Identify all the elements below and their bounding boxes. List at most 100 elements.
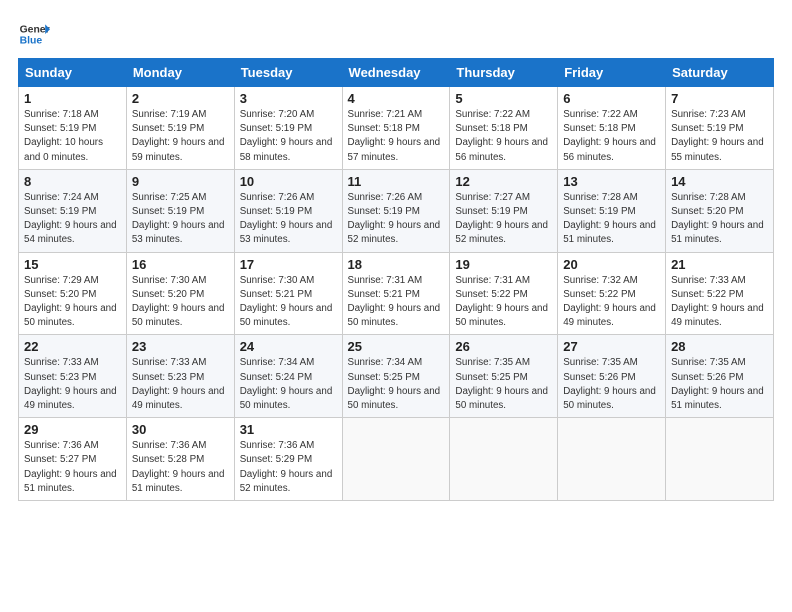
calendar-week-row: 1 Sunrise: 7:18 AMSunset: 5:19 PMDayligh… — [19, 87, 774, 170]
day-number: 24 — [240, 339, 337, 354]
logo: General Blue — [18, 18, 50, 50]
header: General Blue — [18, 18, 774, 50]
calendar-cell: 12 Sunrise: 7:27 AMSunset: 5:19 PMDaylig… — [450, 169, 558, 252]
day-info: Sunrise: 7:18 AMSunset: 5:19 PMDaylight:… — [24, 109, 103, 163]
calendar-cell — [666, 418, 774, 501]
calendar-week-row: 15 Sunrise: 7:29 AMSunset: 5:20 PMDaylig… — [19, 252, 774, 335]
day-number: 2 — [132, 91, 229, 106]
day-info: Sunrise: 7:36 AMSunset: 5:28 PMDaylight:… — [132, 440, 225, 494]
day-number: 16 — [132, 257, 229, 272]
calendar-cell: 27 Sunrise: 7:35 AMSunset: 5:26 PMDaylig… — [558, 335, 666, 418]
calendar-cell: 20 Sunrise: 7:32 AMSunset: 5:22 PMDaylig… — [558, 252, 666, 335]
day-info: Sunrise: 7:35 AMSunset: 5:25 PMDaylight:… — [455, 357, 548, 411]
day-info: Sunrise: 7:22 AMSunset: 5:18 PMDaylight:… — [563, 109, 656, 163]
day-info: Sunrise: 7:35 AMSunset: 5:26 PMDaylight:… — [671, 357, 764, 411]
weekday-header-monday: Monday — [126, 59, 234, 87]
svg-text:Blue: Blue — [20, 36, 43, 47]
weekday-header-thursday: Thursday — [450, 59, 558, 87]
calendar-cell: 8 Sunrise: 7:24 AMSunset: 5:19 PMDayligh… — [19, 169, 127, 252]
day-info: Sunrise: 7:34 AMSunset: 5:25 PMDaylight:… — [348, 357, 441, 411]
day-number: 22 — [24, 339, 121, 354]
calendar-cell: 4 Sunrise: 7:21 AMSunset: 5:18 PMDayligh… — [342, 87, 450, 170]
day-info: Sunrise: 7:29 AMSunset: 5:20 PMDaylight:… — [24, 275, 117, 329]
calendar-week-row: 22 Sunrise: 7:33 AMSunset: 5:23 PMDaylig… — [19, 335, 774, 418]
calendar-cell: 3 Sunrise: 7:20 AMSunset: 5:19 PMDayligh… — [234, 87, 342, 170]
day-number: 6 — [563, 91, 660, 106]
weekday-header-wednesday: Wednesday — [342, 59, 450, 87]
day-number: 18 — [348, 257, 445, 272]
calendar-cell: 25 Sunrise: 7:34 AMSunset: 5:25 PMDaylig… — [342, 335, 450, 418]
day-info: Sunrise: 7:30 AMSunset: 5:21 PMDaylight:… — [240, 275, 333, 329]
calendar-cell: 22 Sunrise: 7:33 AMSunset: 5:23 PMDaylig… — [19, 335, 127, 418]
calendar-cell — [342, 418, 450, 501]
day-info: Sunrise: 7:28 AMSunset: 5:20 PMDaylight:… — [671, 192, 764, 246]
calendar-cell: 18 Sunrise: 7:31 AMSunset: 5:21 PMDaylig… — [342, 252, 450, 335]
calendar-cell: 16 Sunrise: 7:30 AMSunset: 5:20 PMDaylig… — [126, 252, 234, 335]
day-number: 19 — [455, 257, 552, 272]
calendar-cell: 28 Sunrise: 7:35 AMSunset: 5:26 PMDaylig… — [666, 335, 774, 418]
day-number: 26 — [455, 339, 552, 354]
weekday-header-saturday: Saturday — [666, 59, 774, 87]
day-number: 1 — [24, 91, 121, 106]
day-number: 17 — [240, 257, 337, 272]
day-number: 3 — [240, 91, 337, 106]
day-number: 28 — [671, 339, 768, 354]
day-info: Sunrise: 7:22 AMSunset: 5:18 PMDaylight:… — [455, 109, 548, 163]
day-info: Sunrise: 7:31 AMSunset: 5:21 PMDaylight:… — [348, 275, 441, 329]
day-number: 7 — [671, 91, 768, 106]
day-number: 14 — [671, 174, 768, 189]
calendar-week-row: 8 Sunrise: 7:24 AMSunset: 5:19 PMDayligh… — [19, 169, 774, 252]
day-number: 12 — [455, 174, 552, 189]
page-container: General Blue SundayMondayTuesdayWednesda… — [0, 0, 792, 511]
calendar-cell: 29 Sunrise: 7:36 AMSunset: 5:27 PMDaylig… — [19, 418, 127, 501]
day-info: Sunrise: 7:25 AMSunset: 5:19 PMDaylight:… — [132, 192, 225, 246]
day-info: Sunrise: 7:20 AMSunset: 5:19 PMDaylight:… — [240, 109, 333, 163]
calendar-cell — [558, 418, 666, 501]
calendar-table: SundayMondayTuesdayWednesdayThursdayFrid… — [18, 58, 774, 501]
day-info: Sunrise: 7:32 AMSunset: 5:22 PMDaylight:… — [563, 275, 656, 329]
day-number: 20 — [563, 257, 660, 272]
day-number: 21 — [671, 257, 768, 272]
calendar-cell: 5 Sunrise: 7:22 AMSunset: 5:18 PMDayligh… — [450, 87, 558, 170]
day-number: 27 — [563, 339, 660, 354]
weekday-header-row: SundayMondayTuesdayWednesdayThursdayFrid… — [19, 59, 774, 87]
calendar-cell: 23 Sunrise: 7:33 AMSunset: 5:23 PMDaylig… — [126, 335, 234, 418]
weekday-header-tuesday: Tuesday — [234, 59, 342, 87]
day-info: Sunrise: 7:31 AMSunset: 5:22 PMDaylight:… — [455, 275, 548, 329]
day-info: Sunrise: 7:36 AMSunset: 5:27 PMDaylight:… — [24, 440, 117, 494]
calendar-cell: 7 Sunrise: 7:23 AMSunset: 5:19 PMDayligh… — [666, 87, 774, 170]
day-info: Sunrise: 7:27 AMSunset: 5:19 PMDaylight:… — [455, 192, 548, 246]
calendar-cell: 17 Sunrise: 7:30 AMSunset: 5:21 PMDaylig… — [234, 252, 342, 335]
calendar-cell: 30 Sunrise: 7:36 AMSunset: 5:28 PMDaylig… — [126, 418, 234, 501]
calendar-cell: 1 Sunrise: 7:18 AMSunset: 5:19 PMDayligh… — [19, 87, 127, 170]
day-info: Sunrise: 7:26 AMSunset: 5:19 PMDaylight:… — [348, 192, 441, 246]
calendar-cell: 11 Sunrise: 7:26 AMSunset: 5:19 PMDaylig… — [342, 169, 450, 252]
day-info: Sunrise: 7:26 AMSunset: 5:19 PMDaylight:… — [240, 192, 333, 246]
calendar-cell: 21 Sunrise: 7:33 AMSunset: 5:22 PMDaylig… — [666, 252, 774, 335]
calendar-cell: 24 Sunrise: 7:34 AMSunset: 5:24 PMDaylig… — [234, 335, 342, 418]
day-info: Sunrise: 7:28 AMSunset: 5:19 PMDaylight:… — [563, 192, 656, 246]
calendar-cell: 14 Sunrise: 7:28 AMSunset: 5:20 PMDaylig… — [666, 169, 774, 252]
day-number: 30 — [132, 422, 229, 437]
day-number: 15 — [24, 257, 121, 272]
day-info: Sunrise: 7:23 AMSunset: 5:19 PMDaylight:… — [671, 109, 764, 163]
calendar-cell: 26 Sunrise: 7:35 AMSunset: 5:25 PMDaylig… — [450, 335, 558, 418]
day-number: 23 — [132, 339, 229, 354]
day-number: 4 — [348, 91, 445, 106]
calendar-cell: 6 Sunrise: 7:22 AMSunset: 5:18 PMDayligh… — [558, 87, 666, 170]
day-info: Sunrise: 7:30 AMSunset: 5:20 PMDaylight:… — [132, 275, 225, 329]
calendar-cell: 15 Sunrise: 7:29 AMSunset: 5:20 PMDaylig… — [19, 252, 127, 335]
day-info: Sunrise: 7:21 AMSunset: 5:18 PMDaylight:… — [348, 109, 441, 163]
calendar-cell: 2 Sunrise: 7:19 AMSunset: 5:19 PMDayligh… — [126, 87, 234, 170]
day-info: Sunrise: 7:19 AMSunset: 5:19 PMDaylight:… — [132, 109, 225, 163]
calendar-cell: 9 Sunrise: 7:25 AMSunset: 5:19 PMDayligh… — [126, 169, 234, 252]
calendar-cell: 19 Sunrise: 7:31 AMSunset: 5:22 PMDaylig… — [450, 252, 558, 335]
calendar-cell: 31 Sunrise: 7:36 AMSunset: 5:29 PMDaylig… — [234, 418, 342, 501]
day-number: 25 — [348, 339, 445, 354]
day-number: 9 — [132, 174, 229, 189]
day-info: Sunrise: 7:33 AMSunset: 5:23 PMDaylight:… — [132, 357, 225, 411]
day-info: Sunrise: 7:33 AMSunset: 5:22 PMDaylight:… — [671, 275, 764, 329]
day-info: Sunrise: 7:33 AMSunset: 5:23 PMDaylight:… — [24, 357, 117, 411]
day-info: Sunrise: 7:36 AMSunset: 5:29 PMDaylight:… — [240, 440, 333, 494]
calendar-week-row: 29 Sunrise: 7:36 AMSunset: 5:27 PMDaylig… — [19, 418, 774, 501]
